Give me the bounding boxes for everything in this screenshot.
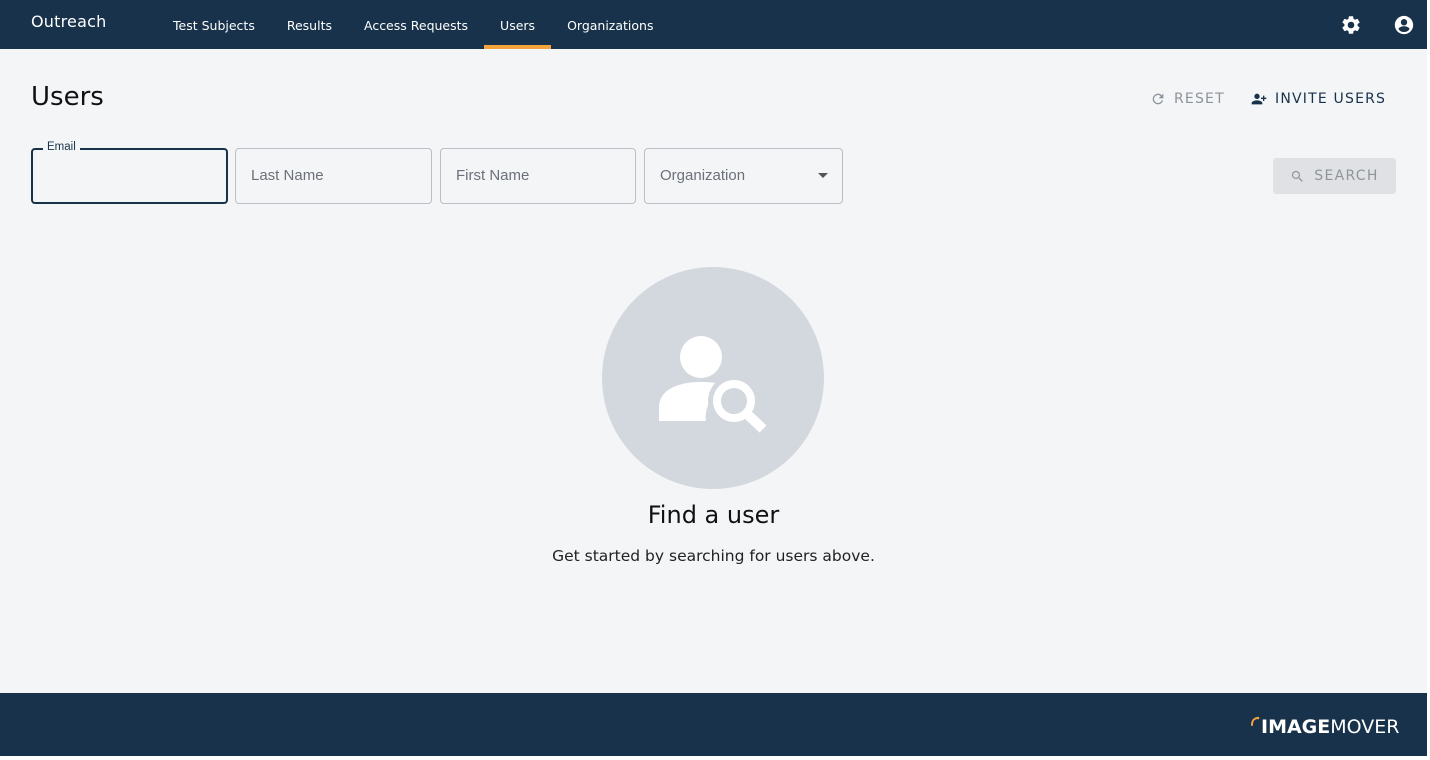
reset-label: RESET [1174, 91, 1225, 107]
last-name-field[interactable]: Last Name [235, 148, 432, 204]
person-add-icon [1251, 93, 1267, 105]
empty-state-title: Find a user [647, 501, 780, 529]
main-nav: Test Subjects Results Access Requests Us… [157, 0, 670, 49]
search-icon [1292, 170, 1304, 182]
refresh-icon [1152, 93, 1164, 105]
last-name-placeholder: Last Name [251, 167, 324, 184]
brand-name[interactable]: Outreach [31, 12, 106, 31]
search-label: SEARCH [1314, 168, 1379, 184]
nav-item-results[interactable]: Results [271, 0, 348, 49]
page-title: Users [31, 82, 104, 112]
gear-icon[interactable] [1340, 14, 1362, 36]
user-search-icon [659, 336, 767, 433]
organization-placeholder: Organization [660, 167, 746, 184]
nav-item-access-requests[interactable]: Access Requests [348, 0, 484, 49]
empty-state-subtitle: Get started by searching for users above… [552, 547, 875, 565]
empty-state-illustration [602, 267, 824, 489]
invite-users-button[interactable]: INVITE USERS [1251, 88, 1386, 110]
nav-item-organizations[interactable]: Organizations [551, 0, 669, 49]
app-frame: Outreach Test Subjects Results Access Re… [0, 0, 1427, 756]
edge-strip-bottom [0, 756, 1430, 760]
footer [0, 693, 1427, 756]
invite-users-label: INVITE USERS [1275, 91, 1387, 107]
reset-button[interactable]: RESET [1150, 88, 1225, 110]
first-name-placeholder: First Name [456, 167, 530, 184]
nav-item-test-subjects[interactable]: Test Subjects [157, 0, 271, 49]
search-button[interactable]: SEARCH [1273, 158, 1396, 194]
logo-image-text: IMAGE [1261, 716, 1331, 738]
account-circle-icon[interactable] [1393, 14, 1415, 36]
email-field[interactable]: Email [31, 141, 228, 204]
organization-select[interactable]: Organization [644, 148, 843, 204]
footer-logo[interactable]: IMAGE MOVER [1250, 714, 1399, 740]
email-input[interactable] [33, 150, 226, 202]
top-bar: Outreach Test Subjects Results Access Re… [0, 0, 1427, 49]
logo-mover-text: MOVER [1330, 716, 1400, 738]
logo-arc-icon [1251, 716, 1260, 726]
chevron-down-icon [818, 173, 828, 178]
nav-item-users[interactable]: Users [484, 0, 552, 49]
first-name-field[interactable]: First Name [440, 148, 636, 204]
